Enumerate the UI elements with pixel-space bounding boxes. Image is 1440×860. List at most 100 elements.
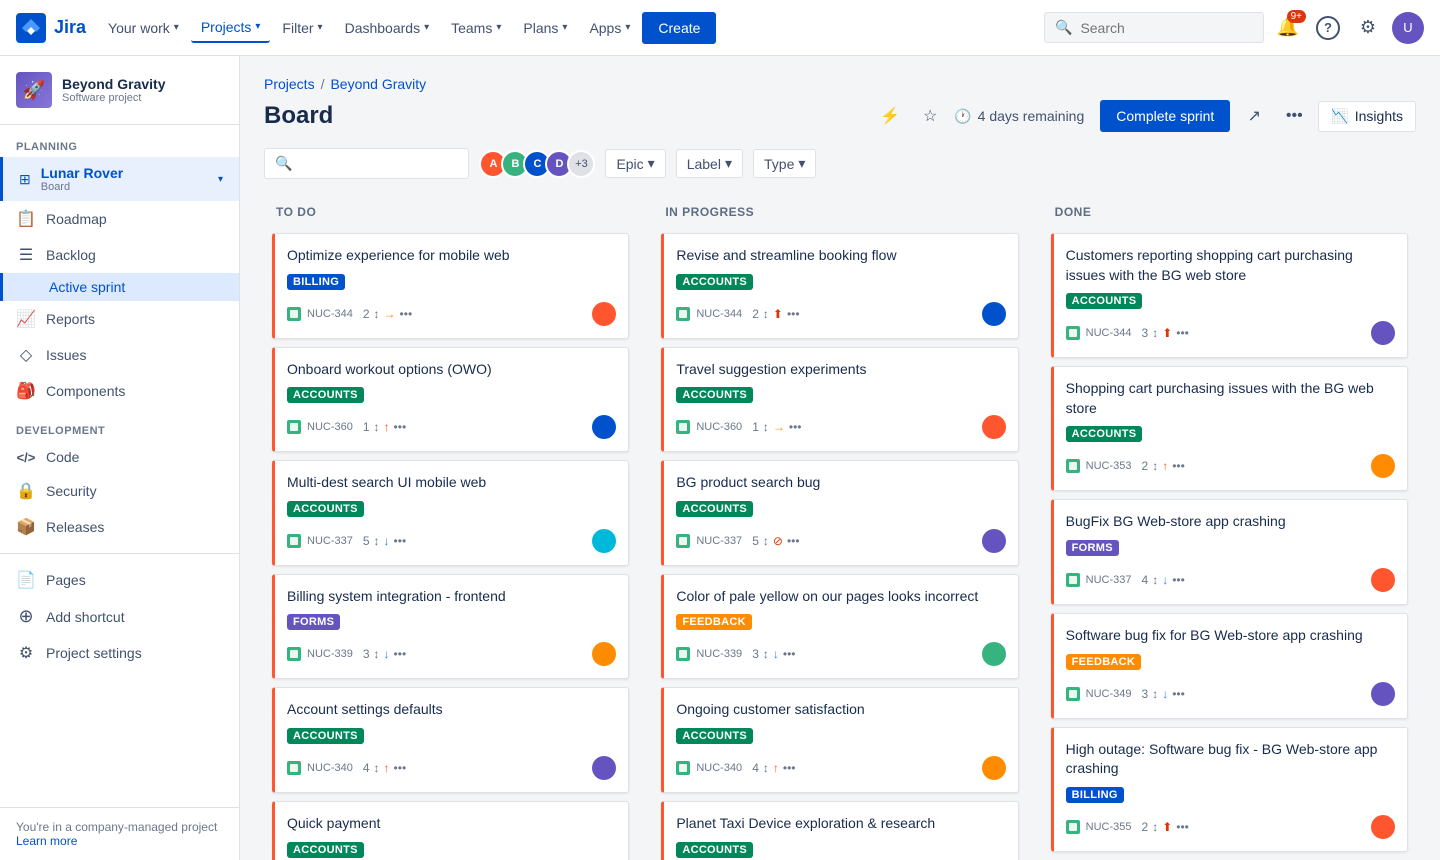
sidebar-item-project-settings[interactable]: ⚙ Project settings [0,635,239,671]
card-label: ACCOUNTS [676,387,753,403]
breadcrumb-projects[interactable]: Projects [264,76,315,92]
more-icon[interactable]: ••• [789,420,802,434]
story-points-icon: ↕ [374,420,380,434]
card[interactable]: Onboard workout options (OWO) ACCOUNTS N… [272,347,629,453]
epic-filter[interactable]: Epic ▾ [605,149,665,178]
card[interactable]: Billing system integration - frontend FO… [272,574,629,680]
card[interactable]: Account settings defaults ACCOUNTS NUC-3… [272,687,629,793]
card[interactable]: Revise and streamline booking flow ACCOU… [661,233,1018,339]
search-box[interactable]: 🔍 [1044,12,1264,43]
sidebar-item-roadmap[interactable]: 📋 Roadmap [0,201,239,237]
nav-apps[interactable]: Apps ▾ [579,14,640,42]
label-filter[interactable]: Label ▾ [676,149,743,178]
more-icon[interactable]: ••• [1172,573,1185,587]
nav-dashboards[interactable]: Dashboards ▾ [335,14,440,42]
card[interactable]: Customers reporting shopping cart purcha… [1051,233,1408,358]
more-icon[interactable]: ••• [1172,459,1185,473]
learn-more-link[interactable]: Learn more [16,834,77,848]
story-points-icon: ↕ [763,534,769,548]
priority-icon: ⬆ [773,307,783,321]
sidebar-item-pages[interactable]: 📄 Pages [0,562,239,598]
card[interactable]: Optimize experience for mobile web BILLI… [272,233,629,339]
more-icon[interactable]: ••• [394,761,407,775]
sidebar-item-releases[interactable]: 📦 Releases [0,509,239,545]
card-avatar [1371,815,1395,839]
card[interactable]: Quick payment ACCOUNTS NUC-345 2 ↕ → ••• [272,801,629,860]
star-button[interactable]: ☆ [914,100,946,132]
card[interactable]: BugFix BG Web-store app crashing FORMS N… [1051,499,1408,605]
user-avatar[interactable]: U [1392,12,1424,44]
board-search-input[interactable] [298,156,458,172]
card[interactable]: Shopping cart purchasing issues with the… [1051,366,1408,491]
card-label: ACCOUNTS [676,274,753,290]
nav-your-work[interactable]: Your work ▾ [98,14,189,42]
clock-icon: 🕐 [954,108,971,125]
card-count: 3 [752,647,759,661]
project-name: Beyond Gravity [62,76,223,92]
avatar-overflow[interactable]: +3 [567,150,595,178]
help-button[interactable]: ? [1312,12,1344,44]
sidebar-item-security[interactable]: 🔒 Security [0,473,239,509]
more-icon[interactable]: ••• [783,647,796,661]
type-filter[interactable]: Type ▾ [753,149,816,178]
more-icon[interactable]: ••• [400,307,413,321]
card[interactable]: High outage: Software bug fix - BG Web-s… [1051,727,1408,852]
sidebar-item-reports[interactable]: 📈 Reports [0,301,239,337]
more-icon[interactable]: ••• [1172,687,1185,701]
sidebar-item-components[interactable]: 🎒 Components [0,373,239,409]
more-icon[interactable]: ••• [783,761,796,775]
more-icon[interactable]: ••• [787,534,800,548]
settings-button[interactable]: ⚙ [1352,12,1384,44]
more-icon[interactable]: ••• [394,647,407,661]
sidebar-item-issues[interactable]: ◇ Issues [0,337,239,373]
nav-projects[interactable]: Projects ▾ [191,13,271,43]
sidebar-item-add-shortcut[interactable]: ⊕ Add shortcut [0,598,239,635]
components-icon: 🎒 [16,381,36,401]
add-shortcut-icon: ⊕ [16,606,36,627]
sidebar-item-backlog[interactable]: ☰ Backlog [0,237,239,273]
card-footer: NUC-339 3 ↕ ↓ ••• [287,642,616,666]
card-avatar [982,756,1006,780]
more-icon[interactable]: ••• [394,534,407,548]
board-search[interactable]: 🔍 [264,148,469,179]
reports-icon: 📈 [16,309,36,329]
sidebar-item-code[interactable]: </> Code [0,441,239,473]
project-icon: 🚀 [16,72,52,108]
search-input[interactable] [1080,20,1240,36]
nav-filter[interactable]: Filter ▾ [272,14,332,42]
card[interactable]: Ongoing customer satisfaction ACCOUNTS N… [661,687,1018,793]
lunar-rover-label: Lunar Rover [41,165,123,181]
sidebar-item-active-sprint[interactable]: Active sprint [0,273,239,301]
nav-teams[interactable]: Teams ▾ [441,14,511,42]
board-grid-icon: ⊞ [19,171,31,188]
complete-sprint-button[interactable]: Complete sprint [1100,100,1230,132]
insights-button[interactable]: 📉 Insights [1318,101,1416,132]
notifications-button[interactable]: 🔔 9+ [1272,12,1304,44]
lightning-button[interactable]: ⚡ [874,100,906,132]
column-cards-todo: Optimize experience for mobile web BILLI… [264,229,637,860]
card[interactable]: BG product search bug ACCOUNTS NUC-337 5… [661,460,1018,566]
more-icon[interactable]: ••• [1176,820,1189,834]
nav-plans[interactable]: Plans ▾ [513,14,577,42]
card-count: 2 [752,307,759,321]
card[interactable]: Multi-dest search UI mobile web ACCOUNTS… [272,460,629,566]
more-button[interactable]: ••• [1278,100,1310,132]
card-id: NUC-344 [307,308,353,320]
column-todo: TO DO Optimize experience for mobile web… [264,195,637,860]
create-button[interactable]: Create [642,12,716,44]
more-icon[interactable]: ••• [1176,326,1189,340]
sidebar-active-sprint-parent[interactable]: ⊞ Lunar Rover Board ▾ [0,157,239,201]
breadcrumb-project[interactable]: Beyond Gravity [330,76,426,92]
card[interactable]: Software bug fix for BG Web-store app cr… [1051,613,1408,719]
label-caret-icon: ▾ [725,155,732,172]
story-points-icon: ↕ [763,761,769,775]
card[interactable]: Travel suggestion experiments ACCOUNTS N… [661,347,1018,453]
card[interactable]: Color of pale yellow on our pages looks … [661,574,1018,680]
more-icon[interactable]: ••• [787,307,800,321]
more-icon[interactable]: ••• [394,420,407,434]
share-button[interactable]: ↗ [1238,100,1270,132]
card[interactable]: Planet Taxi Device exploration & researc… [661,801,1018,860]
search-icon: 🔍 [275,155,292,172]
logo[interactable]: Jira [16,13,86,43]
card-id: NUC-360 [307,421,353,433]
